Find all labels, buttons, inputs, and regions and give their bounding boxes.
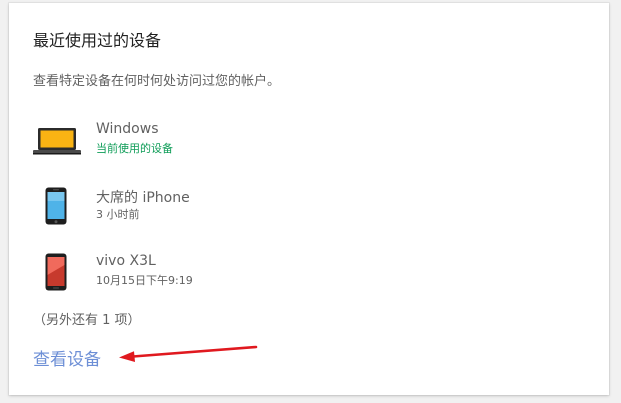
device-item-windows[interactable]: Windows 当前使用的设备 (33, 121, 593, 165)
iphone-icon (45, 187, 67, 229)
device-name: 大席的 iPhone (96, 190, 190, 206)
view-devices-link[interactable]: 查看设备 (33, 345, 101, 370)
laptop-icon (33, 127, 81, 159)
device-status: 3 小时前 (96, 208, 140, 221)
device-status: 10月15日下午9:19 (96, 274, 193, 287)
card-subtitle: 查看特定设备在何时何处访问过您的帐户。 (33, 74, 281, 89)
more-devices-note: （另外还有 1 项） (33, 313, 141, 328)
device-name: vivo X3L (96, 253, 156, 269)
device-item-iphone[interactable]: 大席的 iPhone 3 小时前 (33, 187, 593, 231)
device-item-vivo[interactable]: vivo X3L 10月15日下午9:19 (33, 253, 593, 297)
android-phone-icon (45, 253, 67, 295)
recent-devices-card: 最近使用过的设备 查看特定设备在何时何处访问过您的帐户。 Windows 当前使… (9, 3, 609, 395)
device-status-current: 当前使用的设备 (96, 142, 173, 155)
annotation-arrow-icon (113, 341, 261, 367)
device-name: Windows (96, 121, 159, 137)
card-title: 最近使用过的设备 (33, 31, 162, 50)
